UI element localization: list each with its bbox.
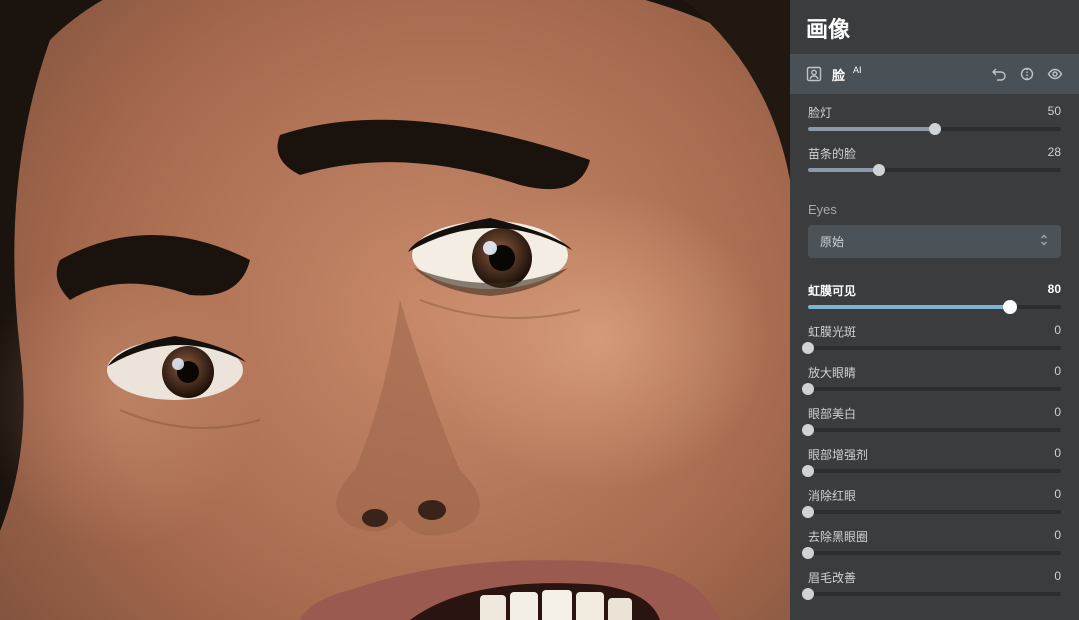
face-section-header[interactable]: 脸 AI [790, 54, 1079, 94]
slider-消除红眼: 消除红眼 0 [808, 487, 1061, 514]
visibility-icon[interactable] [1045, 64, 1065, 84]
eyes-controls: 虹膜可见80虹膜光斑0放大眼睛0眼部美白0眼部增强剂0消除红眼0去除黑眼圈0眉毛… [790, 272, 1079, 614]
slider-放大眼睛: 放大眼睛 0 [808, 364, 1061, 391]
panel-title: 画像 [790, 0, 1079, 54]
undo-icon[interactable] [989, 64, 1009, 84]
image-canvas[interactable] [0, 0, 790, 620]
slider-track[interactable] [808, 168, 1061, 172]
slider-label: 去除黑眼圈 [808, 528, 868, 545]
chevron-updown-icon [1039, 234, 1049, 249]
slider-眼部美白: 眼部美白 0 [808, 405, 1061, 432]
slider-track[interactable] [808, 592, 1061, 596]
slider-眼部增强剂: 眼部增强剂 0 [808, 446, 1061, 473]
slider-眉毛改善: 眉毛改善 0 [808, 569, 1061, 596]
slider-label: 脸灯 [808, 104, 832, 121]
slider-苗条的脸: 苗条的脸 28 [808, 145, 1061, 172]
slider-label: 眉毛改善 [808, 569, 856, 586]
slider-thumb[interactable] [802, 588, 814, 600]
adjustments-sidebar: 画像 脸 AI 脸灯50苗条的脸28 Eyes 原始 虹膜可见80虹膜光斑0放大… [790, 0, 1079, 620]
slider-value: 0 [1054, 569, 1061, 586]
slider-thumb[interactable] [873, 164, 885, 176]
slider-value: 0 [1054, 405, 1061, 422]
slider-track[interactable] [808, 510, 1061, 514]
eyes-section-title: Eyes [790, 190, 1079, 225]
slider-track[interactable] [808, 428, 1061, 432]
slider-label: 放大眼睛 [808, 364, 856, 381]
dropdown-selected: 原始 [820, 233, 844, 250]
slider-track[interactable] [808, 387, 1061, 391]
slider-脸灯: 脸灯 50 [808, 104, 1061, 131]
slider-thumb[interactable] [1003, 300, 1017, 314]
slider-虹膜光斑: 虹膜光斑 0 [808, 323, 1061, 350]
slider-value: 28 [1048, 145, 1061, 162]
portrait-placeholder [0, 0, 790, 620]
slider-label: 眼部美白 [808, 405, 856, 422]
face-controls: 脸灯 50 苗条的脸 28 [790, 94, 1079, 190]
slider-track[interactable] [808, 305, 1061, 309]
slider-value: 0 [1054, 323, 1061, 340]
slider-thumb[interactable] [802, 465, 814, 477]
eyes-preset-dropdown[interactable]: 原始 [808, 225, 1061, 258]
slider-去除黑眼圈: 去除黑眼圈 0 [808, 528, 1061, 555]
mask-icon[interactable] [1017, 64, 1037, 84]
slider-value: 0 [1054, 364, 1061, 381]
slider-label: 消除红眼 [808, 487, 856, 504]
slider-value: 0 [1054, 446, 1061, 463]
slider-value: 50 [1048, 104, 1061, 121]
slider-thumb[interactable] [802, 383, 814, 395]
slider-thumb[interactable] [802, 506, 814, 518]
slider-label: 虹膜光斑 [808, 323, 856, 340]
slider-thumb[interactable] [929, 123, 941, 135]
slider-track[interactable] [808, 127, 1061, 131]
slider-value: 0 [1054, 528, 1061, 545]
slider-thumb[interactable] [802, 424, 814, 436]
slider-虹膜可见: 虹膜可见 80 [808, 282, 1061, 309]
slider-thumb[interactable] [802, 342, 814, 354]
slider-thumb[interactable] [802, 547, 814, 559]
ai-badge: AI [853, 65, 862, 75]
portrait-icon [804, 64, 824, 84]
slider-track[interactable] [808, 551, 1061, 555]
slider-value: 0 [1054, 487, 1061, 504]
slider-track[interactable] [808, 469, 1061, 473]
slider-value: 80 [1048, 282, 1061, 299]
face-section-label: 脸 [832, 65, 845, 84]
slider-label: 苗条的脸 [808, 145, 856, 162]
slider-label: 虹膜可见 [808, 282, 856, 299]
slider-label: 眼部增强剂 [808, 446, 868, 463]
slider-track[interactable] [808, 346, 1061, 350]
